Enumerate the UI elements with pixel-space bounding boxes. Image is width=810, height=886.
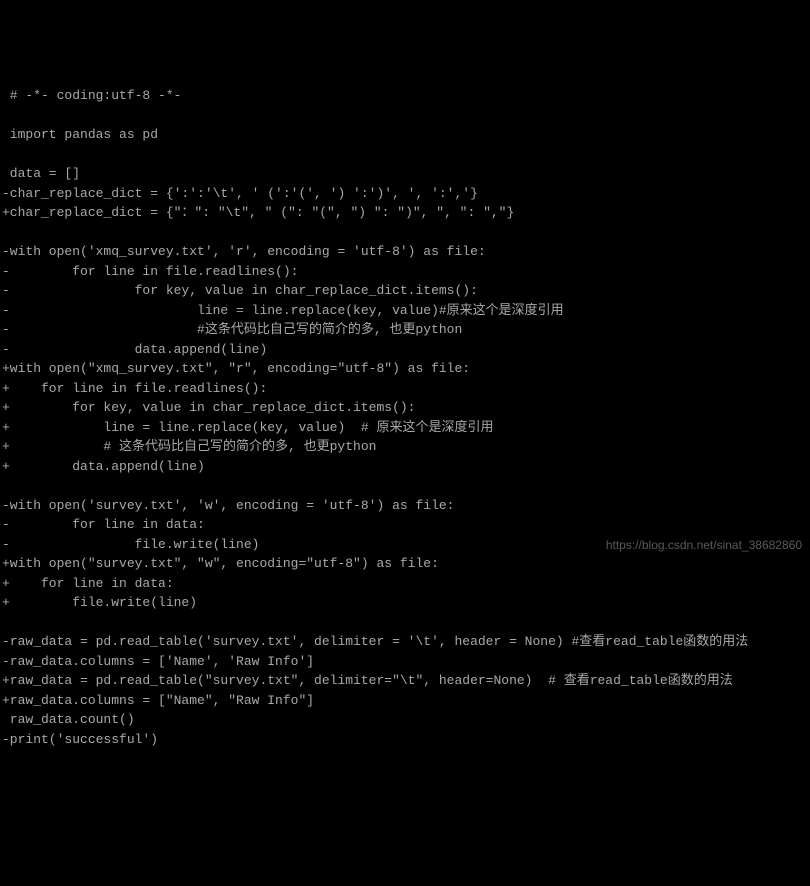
code-line: -print('successful') xyxy=(2,730,808,750)
code-line xyxy=(2,145,808,165)
code-line: -raw_data.columns = ['Name', 'Raw Info'] xyxy=(2,652,808,672)
code-line: - for line in file.readlines(): xyxy=(2,262,808,282)
code-line: - for key, value in char_replace_dict.it… xyxy=(2,281,808,301)
code-line: - line = line.replace(key, value)#原来这个是深… xyxy=(2,301,808,321)
code-line: + line = line.replace(key, value) # 原来这个… xyxy=(2,418,808,438)
code-line: - for line in data: xyxy=(2,515,808,535)
code-line: +with open("xmq_survey.txt", "r", encodi… xyxy=(2,359,808,379)
code-line: + for key, value in char_replace_dict.it… xyxy=(2,398,808,418)
code-line: + file.write(line) xyxy=(2,593,808,613)
code-line: raw_data.count() xyxy=(2,710,808,730)
code-line xyxy=(2,106,808,126)
code-line: - data.append(line) xyxy=(2,340,808,360)
code-line xyxy=(2,223,808,243)
code-line: +raw_data.columns = ["Name", "Raw Info"] xyxy=(2,691,808,711)
code-line: -raw_data = pd.read_table('survey.txt', … xyxy=(2,632,808,652)
code-line: # -*- coding:utf-8 -*- xyxy=(2,86,808,106)
code-line: -with open('survey.txt', 'w', encoding =… xyxy=(2,496,808,516)
code-line: + # 这条代码比自己写的简介的多, 也更python xyxy=(2,437,808,457)
code-line: +with open("survey.txt", "w", encoding="… xyxy=(2,554,808,574)
code-line xyxy=(2,613,808,633)
watermark-text: https://blog.csdn.net/sinat_38682860 xyxy=(606,536,802,554)
code-line: +char_replace_dict = {"：": "\t", " (": "… xyxy=(2,203,808,223)
code-line: - #这条代码比自己写的简介的多, 也更python xyxy=(2,320,808,340)
code-line: + data.append(line) xyxy=(2,457,808,477)
code-diff-block: # -*- coding:utf-8 -*- import pandas as … xyxy=(2,86,808,749)
code-line: +raw_data = pd.read_table("survey.txt", … xyxy=(2,671,808,691)
code-line: import pandas as pd xyxy=(2,125,808,145)
code-line: -char_replace_dict = {':':'\t', ' (':'('… xyxy=(2,184,808,204)
code-line: -with open('xmq_survey.txt', 'r', encodi… xyxy=(2,242,808,262)
code-line xyxy=(2,476,808,496)
code-line: data = [] xyxy=(2,164,808,184)
code-line: + for line in file.readlines(): xyxy=(2,379,808,399)
code-line: + for line in data: xyxy=(2,574,808,594)
